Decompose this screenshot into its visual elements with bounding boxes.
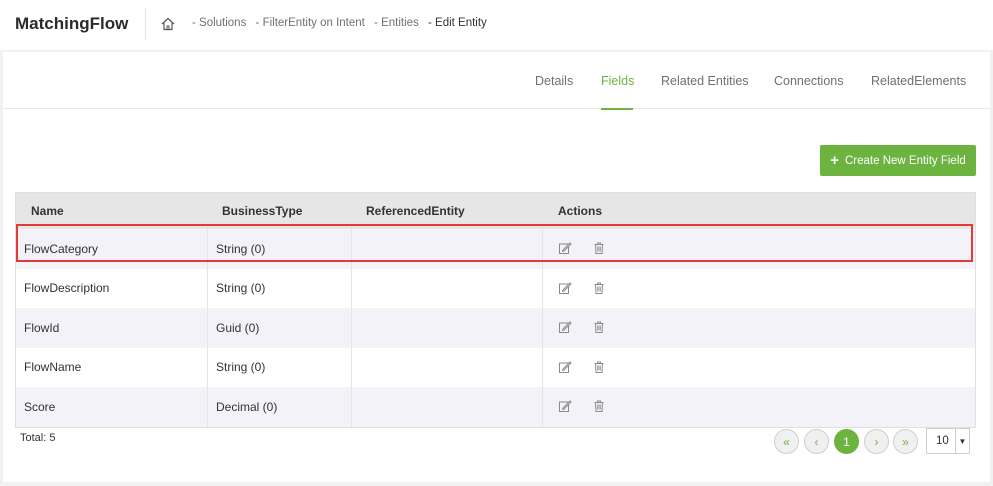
column-divider [351, 268, 352, 308]
cell-name: FlowDescription [24, 281, 110, 296]
plus-icon: + [830, 152, 839, 169]
app-title: MatchingFlow [15, 14, 129, 33]
create-entity-field-label: Create New Entity Field [844, 154, 966, 167]
pager-page-1[interactable]: 1 [834, 429, 859, 454]
breadcrumb: - Solutions - FilterEntity on Intent - E… [192, 17, 493, 29]
breadcrumb-filterentity[interactable]: - FilterEntity on Intent [256, 17, 365, 29]
edit-icon[interactable] [558, 360, 572, 374]
column-divider [207, 308, 208, 348]
tab-related-elements[interactable]: RelatedElements [871, 74, 966, 88]
breadcrumb-entities[interactable]: - Entities [374, 17, 419, 29]
column-divider [351, 387, 352, 427]
total-count: Total: 5 [20, 432, 56, 444]
column-header-actions: Actions [558, 204, 603, 218]
pager-first-button[interactable]: « [774, 429, 799, 454]
entity-card: Details Fields Related Entities Connecti… [3, 52, 990, 482]
column-divider [207, 347, 208, 387]
table-header: Name BusinessType ReferencedEntity Actio… [16, 193, 975, 229]
page-size-value: 10 [936, 435, 949, 447]
column-divider [207, 229, 208, 269]
tab-bar: Details Fields Related Entities Connecti… [3, 52, 990, 110]
trash-icon[interactable] [592, 320, 606, 334]
column-divider [351, 308, 352, 348]
cell-businesstype: Guid (0) [216, 320, 260, 335]
tab-details[interactable]: Details [535, 74, 573, 88]
column-divider [542, 229, 543, 269]
column-divider [542, 308, 543, 348]
column-divider [207, 268, 208, 308]
breadcrumb-solutions[interactable]: - Solutions [192, 17, 246, 29]
cell-businesstype: Decimal (0) [216, 399, 278, 414]
column-header-name[interactable]: Name [31, 204, 64, 218]
table-row: FlowId Guid (0) [16, 308, 975, 348]
table-row: FlowDescription String (0) [16, 268, 975, 308]
cell-name: FlowName [24, 360, 82, 375]
cell-name: Score [24, 399, 56, 414]
column-header-businesstype[interactable]: BusinessType [222, 204, 302, 218]
column-divider [351, 229, 352, 269]
column-divider [542, 387, 543, 427]
table-row: FlowName String (0) [16, 347, 975, 387]
table-body: FlowCategory String (0) FlowDescription Str… [16, 229, 975, 427]
table-row: Score Decimal (0) [16, 387, 975, 427]
tab-fields[interactable]: Fields [601, 74, 634, 88]
edit-icon[interactable] [558, 281, 572, 295]
tab-connections[interactable]: Connections [774, 74, 844, 88]
edit-icon[interactable] [558, 241, 572, 255]
cell-businesstype: String (0) [216, 360, 266, 375]
tab-related-entities[interactable]: Related Entities [661, 74, 749, 88]
column-divider [351, 347, 352, 387]
page-size-select[interactable]: 10 ▼ [926, 428, 970, 454]
pager-next-button[interactable]: › [864, 429, 889, 454]
edit-icon[interactable] [558, 399, 572, 413]
trash-icon[interactable] [592, 241, 606, 255]
chevron-down-icon: ▼ [955, 429, 969, 453]
home-icon[interactable] [160, 16, 176, 32]
pager-last-button[interactable]: » [893, 429, 918, 454]
edit-icon[interactable] [558, 320, 572, 334]
pager-prev-button[interactable]: ‹ [804, 429, 829, 454]
column-divider [542, 347, 543, 387]
trash-icon[interactable] [592, 281, 606, 295]
cell-businesstype: String (0) [216, 281, 266, 296]
cell-businesstype: String (0) [216, 241, 266, 256]
create-entity-field-button[interactable]: + Create New Entity Field [820, 145, 976, 176]
column-divider [542, 268, 543, 308]
top-bar: MatchingFlow - Solutions - FilterEntity … [0, 0, 993, 50]
column-divider [207, 387, 208, 427]
cell-name: FlowId [24, 320, 60, 335]
cell-name: FlowCategory [24, 241, 99, 256]
column-header-referencedentity[interactable]: ReferencedEntity [366, 204, 465, 218]
active-tab-indicator [601, 108, 633, 110]
trash-icon[interactable] [592, 360, 606, 374]
breadcrumb-edit-entity: - Edit Entity [428, 17, 487, 29]
header-divider [145, 8, 146, 40]
trash-icon[interactable] [592, 399, 606, 413]
fields-table: Name BusinessType ReferencedEntity Actio… [15, 192, 976, 428]
table-row: FlowCategory String (0) [16, 229, 975, 269]
